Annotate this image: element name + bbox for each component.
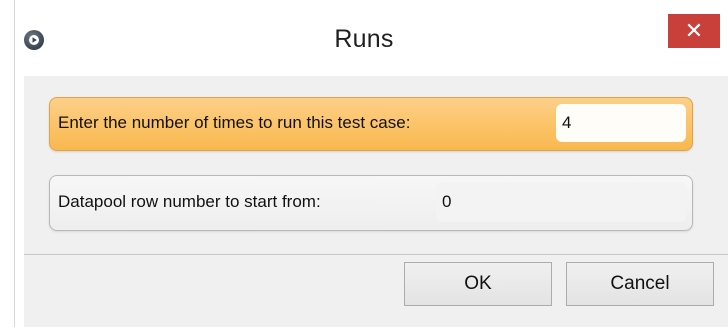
runs-input[interactable] [556,104,686,142]
start-row-input[interactable] [436,182,686,222]
runs-label: Enter the number of times to run this te… [58,113,411,132]
close-icon: ✕ [684,18,704,43]
runs-dialog: Runs ✕ Enter the number of times to run … [0,0,728,327]
cancel-button[interactable]: Cancel [566,262,714,306]
start-row-label: Datapool row number to start from: [58,192,321,211]
close-button[interactable]: ✕ [668,14,720,48]
dialog-title: Runs [334,25,394,53]
ok-button[interactable]: OK [404,262,552,306]
